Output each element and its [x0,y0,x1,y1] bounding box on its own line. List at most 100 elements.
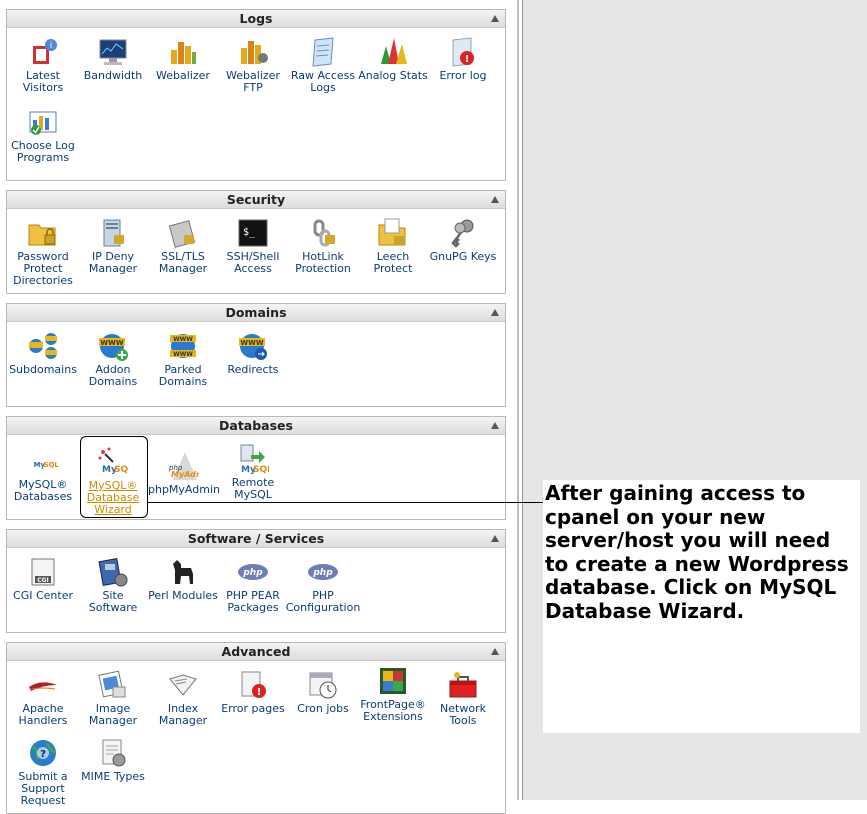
ssh-shell-link[interactable]: $_ SSH/Shell Access [218,217,288,275]
cgi-center-icon: CGI [31,558,55,586]
domains-panel: Domains Subdomains WWW Addon Domains WWW… [6,303,506,407]
mime-types-link[interactable]: MIME Types [78,737,148,783]
mysql-databases-link[interactable]: My SQL MySQL® Databases [8,457,78,503]
collapse-arrow-icon[interactable] [491,422,499,429]
collapse-arrow-icon[interactable] [491,309,499,316]
redirects-link[interactable]: WWW Redirects [218,330,288,376]
analog-stats-link[interactable]: Analog Stats [358,36,428,82]
error-pages-icon: ! [241,671,266,698]
hotlink-protection-link[interactable]: HotLink Protection [288,217,358,275]
submit-support-request-link[interactable]: ? Submit a Support Request [8,737,78,807]
svg-text:WWW: WWW [173,336,193,343]
svg-text:MyAdmin: MyAdmin [171,470,199,479]
collapse-arrow-icon[interactable] [491,196,499,203]
apache-handlers-link[interactable]: Apache Handlers [8,669,78,727]
collapse-arrow-icon[interactable] [491,535,499,542]
ip-deny-link[interactable]: IP Deny Manager [78,217,148,275]
gnupg-keys-icon [451,219,474,248]
cron-jobs-link[interactable]: Cron jobs [288,669,358,715]
cpanel-main-column: Logs i Latest Visitors Bandwidth Webaliz… [0,0,512,814]
item-label: Redirects [227,363,279,376]
addon-domains-link[interactable]: WWW Addon Domains [78,330,148,388]
parked-domains-link[interactable]: WWW WWW Parked Domains [148,330,218,388]
svg-text:!: ! [257,687,262,698]
site-software-link[interactable]: Site Software [78,556,148,614]
advanced-header[interactable]: Advanced [7,643,505,661]
webalizer-ftp-icon [241,41,268,64]
item-label: Webalizer [156,69,210,82]
item-label: Error log [439,69,487,82]
logs-panel: Logs i Latest Visitors Bandwidth Webaliz… [6,9,506,181]
logs-header[interactable]: Logs [7,10,505,28]
index-manager-link[interactable]: Index Manager [148,669,218,727]
column-divider [517,0,519,800]
network-tools-link[interactable]: Network Tools [428,669,498,727]
collapse-arrow-icon[interactable] [491,15,499,22]
bandwidth-link[interactable]: Bandwidth [78,36,148,82]
leech-protect-icon [378,218,406,246]
error-pages-link[interactable]: ! Error pages [218,669,288,715]
subdomains-link[interactable]: Subdomains [8,330,78,376]
image-manager-link[interactable]: Image Manager [78,669,148,727]
analog-stats-icon [381,38,407,64]
webalizer-icon [171,42,196,64]
ssh-shell-icon: $_ [238,219,268,247]
item-label: Cron jobs [297,702,349,715]
support-request-icon: ? [30,740,56,766]
callout-pointer-line [147,502,543,503]
webalizer-ftp-link[interactable]: Webalizer FTP [218,36,288,94]
item-label: IP Deny Manager [88,250,138,275]
ssl-tls-link[interactable]: SSL/TLS Manager [148,217,218,275]
svg-text:i: i [50,41,53,51]
wizard-highlight-box [80,436,148,518]
raw-access-logs-link[interactable]: Raw Access Logs [288,36,358,94]
perl-modules-link[interactable]: Perl Modules [148,556,218,602]
software-services-panel: Software / Services CGI CGI Center Site … [6,529,506,633]
mysql-databases-icon: MySQL [34,461,60,469]
item-label: HotLink Protection [295,250,351,275]
leech-protect-link[interactable]: Leech Protect [358,217,428,275]
svg-text:SQL: SQL [253,465,269,475]
frontpage-extensions-link[interactable]: FrontPage® Extensions [358,665,428,723]
php-pear-link[interactable]: php PHP PEAR Packages [218,556,288,614]
php-config-icon: php [308,564,338,580]
item-label: Image Manager [88,702,138,727]
databases-header[interactable]: Databases [7,417,505,435]
svg-text:php: php [242,568,263,578]
phpmyadmin-link[interactable]: phpMyAdmin phpMyAdmin [148,450,220,496]
latest-visitors-link[interactable]: i Latest Visitors [8,36,78,94]
software-services-title: Software / Services [187,531,325,546]
security-header[interactable]: Security [7,191,505,209]
item-label: Leech Protect [373,250,413,275]
svg-text:WWW: WWW [240,339,263,347]
remote-mysql-icon: MySQL [240,444,269,475]
collapse-arrow-icon[interactable] [491,648,499,655]
item-label: Webalizer FTP [226,69,280,94]
svg-text:php: php [312,568,333,578]
php-configuration-link[interactable]: php PHP Configuration [283,556,363,614]
item-label: Submit a Support Request [18,770,68,807]
item-label: Subdomains [9,363,77,376]
gnupg-keys-link[interactable]: GnuPG Keys [428,217,498,263]
svg-text:?: ? [40,749,46,760]
choose-log-programs-link[interactable]: Choose Log Programs [8,106,78,164]
domains-header[interactable]: Domains [7,304,505,322]
item-label: Parked Domains [158,363,208,388]
remote-mysql-link[interactable]: MySQL Remote MySQL [218,443,288,501]
svg-text:$_: $_ [243,227,256,238]
item-label: Latest Visitors [22,69,64,94]
webalizer-link[interactable]: Webalizer [148,36,218,82]
cgi-center-link[interactable]: CGI CGI Center [8,556,78,602]
advanced-panel: Advanced Apache Handlers Image Manager I… [6,642,506,814]
perl-modules-icon [173,560,193,584]
security-title: Security [226,192,286,207]
item-label: MIME Types [81,770,145,783]
phpmyadmin-icon: phpMyAdmin [168,452,199,480]
latest-visitors-icon: i [33,39,57,64]
callout-text: After gaining access to cpanel on your n… [545,481,849,623]
ip-deny-icon [103,219,124,247]
software-services-header[interactable]: Software / Services [7,530,505,548]
password-protect-link[interactable]: Password Protect Directories [8,217,78,287]
error-log-icon: ! [452,37,474,67]
error-log-link[interactable]: ! Error log [428,36,498,82]
